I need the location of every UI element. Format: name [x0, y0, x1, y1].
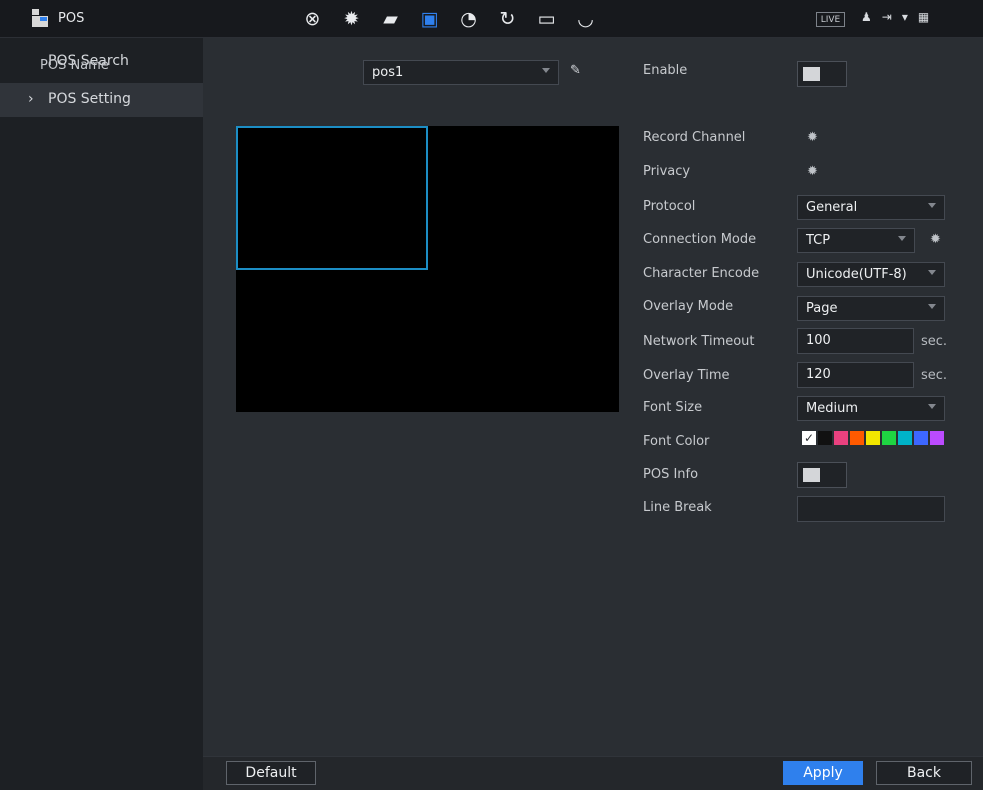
overlay-time-value: 120 — [806, 367, 831, 382]
font-size-label: Font Size — [643, 400, 703, 415]
user-icon[interactable]: ♟ — [861, 10, 872, 24]
chevron-down-icon — [542, 68, 550, 73]
app-title-group: POS — [32, 9, 84, 27]
font-color-swatch[interactable] — [850, 431, 864, 445]
default-button[interactable]: Default — [226, 761, 316, 785]
network-icon[interactable]: ✹ — [339, 7, 364, 31]
font-color-swatch[interactable] — [914, 431, 928, 445]
network-timeout-unit: sec. — [921, 334, 948, 349]
font-color-swatch[interactable] — [834, 431, 848, 445]
apply-button[interactable]: Apply — [783, 761, 863, 785]
enable-label: Enable — [643, 63, 688, 78]
camera-icon[interactable]: ⊗ — [300, 7, 325, 31]
chevron-right-icon: › — [28, 91, 34, 107]
top-right-actions: ♟ ⇥ ▾ ▦ — [861, 10, 929, 24]
backup-icon[interactable]: ↻ — [495, 7, 520, 31]
privacy-settings-icon[interactable]: ✹ — [807, 165, 819, 178]
protocol-value: General — [806, 200, 858, 215]
logout-icon[interactable]: ⇥ — [882, 10, 892, 24]
pos-icon — [32, 9, 48, 27]
pos-icon[interactable]: ▣ — [417, 7, 442, 31]
privacy-label: Privacy — [643, 164, 691, 179]
character-encode-label: Character Encode — [643, 266, 760, 281]
pos-name-select[interactable]: pos1 — [363, 60, 559, 85]
font-color-label: Font Color — [643, 434, 710, 449]
overlay-time-unit: sec. — [921, 368, 948, 383]
grid-icon[interactable]: ▦ — [918, 10, 929, 24]
font-color-swatch[interactable] — [930, 431, 944, 445]
chevron-down-icon — [928, 404, 936, 409]
toggle-knob — [803, 468, 820, 482]
protocol-select[interactable]: General — [797, 195, 945, 220]
dropdown-icon[interactable]: ▾ — [902, 10, 908, 24]
pos-info-label: POS Info — [643, 467, 699, 482]
connection-mode-settings-icon[interactable]: ✹ — [930, 233, 942, 246]
pos-name-label: POS Name — [40, 58, 109, 73]
sidebar-item-pos-setting[interactable]: › POS Setting — [0, 83, 203, 117]
storage-icon[interactable]: ▰ — [378, 7, 403, 31]
back-button[interactable]: Back — [876, 761, 972, 785]
font-size-select[interactable]: Medium — [797, 396, 945, 421]
overlay-region[interactable] — [236, 126, 428, 270]
font-color-swatch[interactable] — [898, 431, 912, 445]
network-timeout-field[interactable]: 100 — [797, 328, 914, 354]
live-button[interactable]: LIVE — [816, 12, 845, 27]
footer-bar — [203, 756, 983, 790]
record-channel-settings-icon[interactable]: ✹ — [807, 131, 819, 144]
chevron-down-icon — [898, 236, 906, 241]
enable-toggle[interactable] — [797, 61, 847, 87]
sidebar: POS Search › POS Setting — [0, 38, 203, 790]
network-timeout-label: Network Timeout — [643, 334, 755, 349]
top-bar: POS ⊗ ✹ ▰ ▣ ◔ ↻ ▭ ◡ LIVE ♟ ⇥ ▾ ▦ — [0, 0, 983, 38]
overlay-time-field[interactable]: 120 — [797, 362, 914, 388]
display-icon[interactable]: ▭ — [534, 7, 559, 31]
font-color-swatch[interactable] — [882, 431, 896, 445]
character-encode-value: Unicode(UTF-8) — [806, 267, 907, 282]
overlay-mode-select[interactable]: Page — [797, 296, 945, 321]
sidebar-item-label: POS Setting — [48, 91, 131, 107]
network-timeout-value: 100 — [806, 333, 831, 348]
audio-icon[interactable]: ◡ — [573, 7, 598, 31]
line-break-label: Line Break — [643, 500, 712, 515]
pos-info-toggle[interactable] — [797, 462, 847, 488]
toggle-knob — [803, 67, 820, 81]
character-encode-select[interactable]: Unicode(UTF-8) — [797, 262, 945, 287]
connection-mode-value: TCP — [806, 233, 831, 248]
font-size-value: Medium — [806, 401, 858, 416]
record-channel-label: Record Channel — [643, 130, 746, 145]
performance-icon[interactable]: ◔ — [456, 7, 481, 31]
edit-icon[interactable]: ✎ — [570, 64, 584, 78]
font-color-swatch[interactable] — [866, 431, 880, 445]
font-color-swatch[interactable] — [818, 431, 832, 445]
page-title: POS — [58, 10, 85, 26]
connection-mode-label: Connection Mode — [643, 232, 757, 247]
overlay-mode-label: Overlay Mode — [643, 299, 734, 314]
overlay-time-label: Overlay Time — [643, 368, 730, 383]
main-navigation: ⊗ ✹ ▰ ▣ ◔ ↻ ▭ ◡ — [300, 7, 598, 31]
font-color-checkmark-icon[interactable]: ✓ — [802, 431, 816, 445]
pos-name-value: pos1 — [372, 65, 404, 80]
line-break-field[interactable] — [797, 496, 945, 522]
chevron-down-icon — [928, 203, 936, 208]
chevron-down-icon — [928, 270, 936, 275]
overlay-mode-value: Page — [806, 301, 838, 316]
chevron-down-icon — [928, 304, 936, 309]
protocol-label: Protocol — [643, 199, 696, 214]
connection-mode-select[interactable]: TCP — [797, 228, 915, 253]
